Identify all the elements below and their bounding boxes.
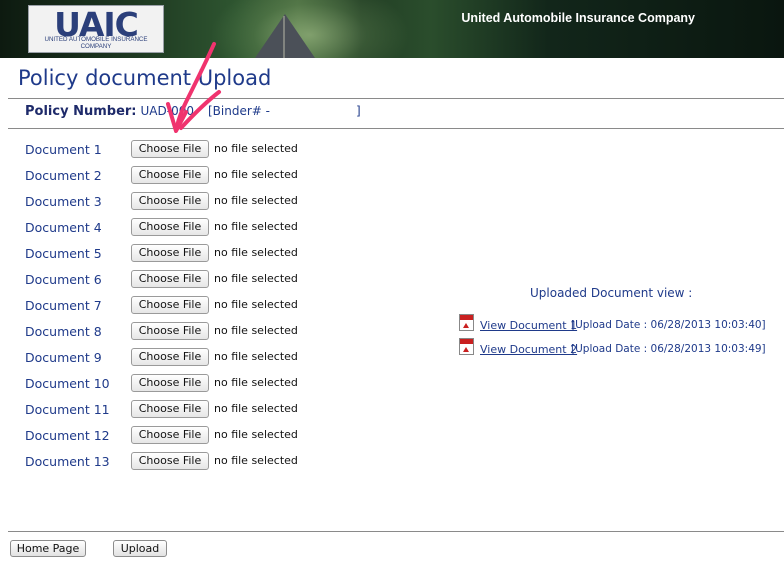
file-status: no file selected <box>214 454 298 467</box>
home-page-button[interactable]: Home Page <box>10 540 86 557</box>
choose-file-button[interactable]: Choose File <box>131 244 209 262</box>
choose-file-button[interactable]: Choose File <box>131 296 209 314</box>
upload-date: [Upload Date : 06/28/2013 10:03:40] <box>571 319 766 331</box>
file-status: no file selected <box>214 168 298 181</box>
file-status: no file selected <box>214 324 298 337</box>
choose-file-button[interactable]: Choose File <box>131 166 209 184</box>
choose-file-button[interactable]: Choose File <box>131 426 209 444</box>
file-status: no file selected <box>214 246 298 259</box>
page-title: Policy document Upload <box>18 66 272 90</box>
document-label: Document 7 <box>25 298 102 313</box>
file-status: no file selected <box>214 402 298 415</box>
choose-file-button[interactable]: Choose File <box>131 218 209 236</box>
file-status: no file selected <box>214 220 298 233</box>
divider <box>8 98 784 99</box>
company-logo: UAIC UNITED AUTOMOBILE INSURANCE COMPANY <box>28 5 164 53</box>
document-label: Document 2 <box>25 168 102 183</box>
logo-subtitle: UNITED AUTOMOBILE INSURANCE COMPANY <box>44 36 148 50</box>
document-label: Document 13 <box>25 454 110 469</box>
upload-date: [Upload Date : 06/28/2013 10:03:49] <box>571 343 766 355</box>
pdf-icon <box>459 314 474 331</box>
choose-file-button[interactable]: Choose File <box>131 270 209 288</box>
header-banner: UAIC UNITED AUTOMOBILE INSURANCE COMPANY… <box>0 0 784 58</box>
document-label: Document 8 <box>25 324 102 339</box>
choose-file-button[interactable]: Choose File <box>131 452 209 470</box>
divider <box>8 128 784 129</box>
view-document-1-link[interactable]: View Document 1 <box>480 319 577 332</box>
banner-road-image <box>255 14 315 58</box>
uploaded-docs-heading: Uploaded Document view : <box>530 286 693 300</box>
document-label: Document 3 <box>25 194 102 209</box>
file-status: no file selected <box>214 376 298 389</box>
document-label: Document 11 <box>25 402 110 417</box>
view-document-2-link[interactable]: View Document 2 <box>480 343 577 356</box>
upload-button[interactable]: Upload <box>113 540 167 557</box>
choose-file-button[interactable]: Choose File <box>131 374 209 392</box>
document-label: Document 10 <box>25 376 110 391</box>
file-status: no file selected <box>214 272 298 285</box>
file-status: no file selected <box>214 428 298 441</box>
policy-number-value: UAD-000 <box>140 104 194 118</box>
company-name: United Automobile Insurance Company <box>461 11 695 25</box>
choose-file-button[interactable]: Choose File <box>131 400 209 418</box>
policy-info: Policy Number: UAD-000 [Binder# -] <box>25 104 361 119</box>
choose-file-button[interactable]: Choose File <box>131 140 209 158</box>
file-status: no file selected <box>214 142 298 155</box>
document-label: Document 9 <box>25 350 102 365</box>
document-label: Document 1 <box>25 142 102 157</box>
divider <box>8 531 784 532</box>
document-label: Document 5 <box>25 246 102 261</box>
pdf-icon <box>459 338 474 355</box>
policy-number-label: Policy Number: <box>25 104 137 119</box>
file-status: no file selected <box>214 350 298 363</box>
choose-file-button[interactable]: Choose File <box>131 322 209 340</box>
document-label: Document 12 <box>25 428 110 443</box>
file-status: no file selected <box>214 194 298 207</box>
file-status: no file selected <box>214 298 298 311</box>
choose-file-button[interactable]: Choose File <box>131 192 209 210</box>
binder-number: [Binder# - <box>207 104 270 118</box>
document-label: Document 6 <box>25 272 102 287</box>
choose-file-button[interactable]: Choose File <box>131 348 209 366</box>
document-label: Document 4 <box>25 220 102 235</box>
